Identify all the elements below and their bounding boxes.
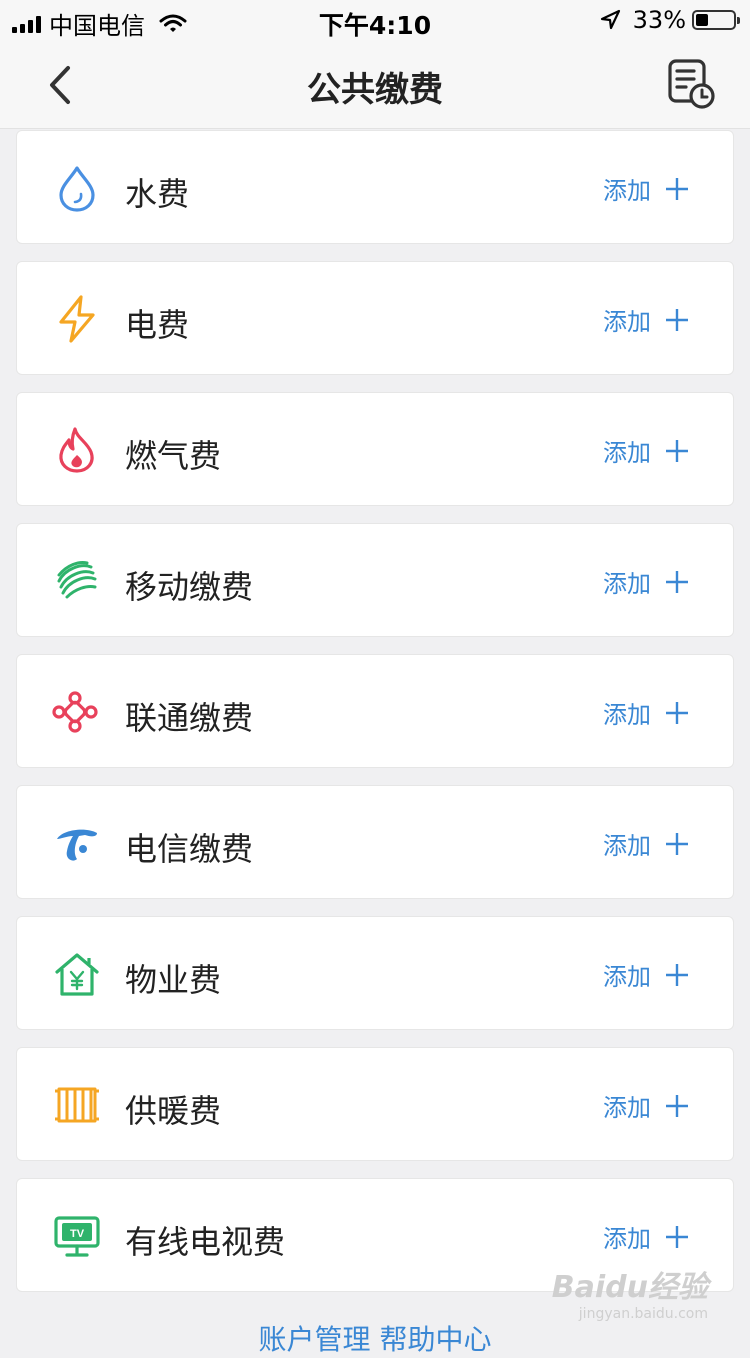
- add-button[interactable]: 添加: [603, 1219, 689, 1254]
- add-button[interactable]: 添加: [603, 302, 689, 337]
- page-title: 公共缴费: [307, 70, 443, 110]
- battery-icon: [692, 10, 740, 30]
- plus-icon: [666, 308, 688, 331]
- nav-bar: 公共缴费: [0, 40, 750, 129]
- plus-icon: [666, 177, 688, 200]
- add-label: 添加: [603, 308, 651, 336]
- china-unicom-icon: [52, 691, 98, 733]
- add-button[interactable]: 添加: [603, 826, 689, 861]
- lightning-icon: [59, 295, 95, 343]
- radiator-icon: [55, 1087, 99, 1123]
- add-label: 添加: [603, 1094, 651, 1122]
- add-button[interactable]: 添加: [603, 957, 689, 992]
- china-telecom-icon: [57, 829, 97, 861]
- add-button[interactable]: 添加: [603, 695, 689, 730]
- house-yen-icon: [55, 953, 99, 996]
- add-label: 添加: [603, 570, 651, 598]
- add-label: 添加: [603, 1225, 651, 1253]
- list-item-water[interactable]: 水费 添加: [16, 130, 734, 244]
- flame-icon: [59, 427, 94, 473]
- list-item-china-mobile[interactable]: 移动缴费 添加: [16, 523, 734, 637]
- china-mobile-icon: [57, 561, 97, 599]
- item-label: 移动缴费: [125, 568, 254, 606]
- battery-percent: 33%: [632, 6, 686, 34]
- watermark-url: jingyan.baidu.com: [578, 1306, 708, 1322]
- item-label: 物业费: [125, 961, 222, 999]
- plus-icon: [666, 832, 688, 855]
- add-label: 添加: [603, 177, 651, 205]
- item-label: 电信缴费: [125, 830, 254, 868]
- item-label: 水费: [125, 175, 190, 213]
- list-item-heating[interactable]: 供暖费 添加: [16, 1047, 734, 1161]
- item-label: 有线电视费: [125, 1223, 286, 1261]
- add-button[interactable]: 添加: [603, 564, 689, 599]
- list-item-electricity[interactable]: 电费 添加: [16, 261, 734, 375]
- watermark: Baidu经验 jingyan.baidu.com: [552, 1262, 708, 1322]
- add-label: 添加: [603, 832, 651, 860]
- list-item-gas[interactable]: 燃气费 添加: [16, 392, 734, 506]
- add-button[interactable]: 添加: [603, 171, 689, 206]
- add-label: 添加: [603, 439, 651, 467]
- item-label: 联通缴费: [125, 699, 254, 737]
- add-label: 添加: [603, 701, 651, 729]
- tv-icon: TV: [54, 1216, 100, 1257]
- add-button[interactable]: 添加: [603, 1088, 689, 1123]
- tv-text: TV: [70, 1228, 85, 1240]
- bill-history-icon[interactable]: [666, 58, 716, 110]
- item-label: 燃气费: [125, 437, 222, 475]
- status-bar: 中国电信 下午4:10 33%: [0, 0, 750, 40]
- list-item-china-unicom[interactable]: 联通缴费 添加: [16, 654, 734, 768]
- plus-icon: [666, 701, 688, 724]
- item-label: 电费: [125, 306, 190, 344]
- watermark-brand: Baidu经验: [551, 1270, 708, 1305]
- plus-icon: [666, 1094, 688, 1117]
- plus-icon: [666, 963, 688, 986]
- footer-links[interactable]: 账户管理 帮助中心: [0, 1318, 750, 1358]
- water-drop-icon: [59, 166, 95, 212]
- location-arrow-icon: [600, 9, 620, 30]
- list-item-property[interactable]: 物业费 添加: [16, 916, 734, 1030]
- list-item-china-telecom[interactable]: 电信缴费 添加: [16, 785, 734, 899]
- plus-icon: [666, 1225, 688, 1248]
- plus-icon: [666, 439, 688, 462]
- item-label: 供暖费: [125, 1092, 222, 1130]
- add-button[interactable]: 添加: [603, 433, 689, 468]
- plus-icon: [666, 570, 688, 593]
- add-label: 添加: [603, 963, 651, 991]
